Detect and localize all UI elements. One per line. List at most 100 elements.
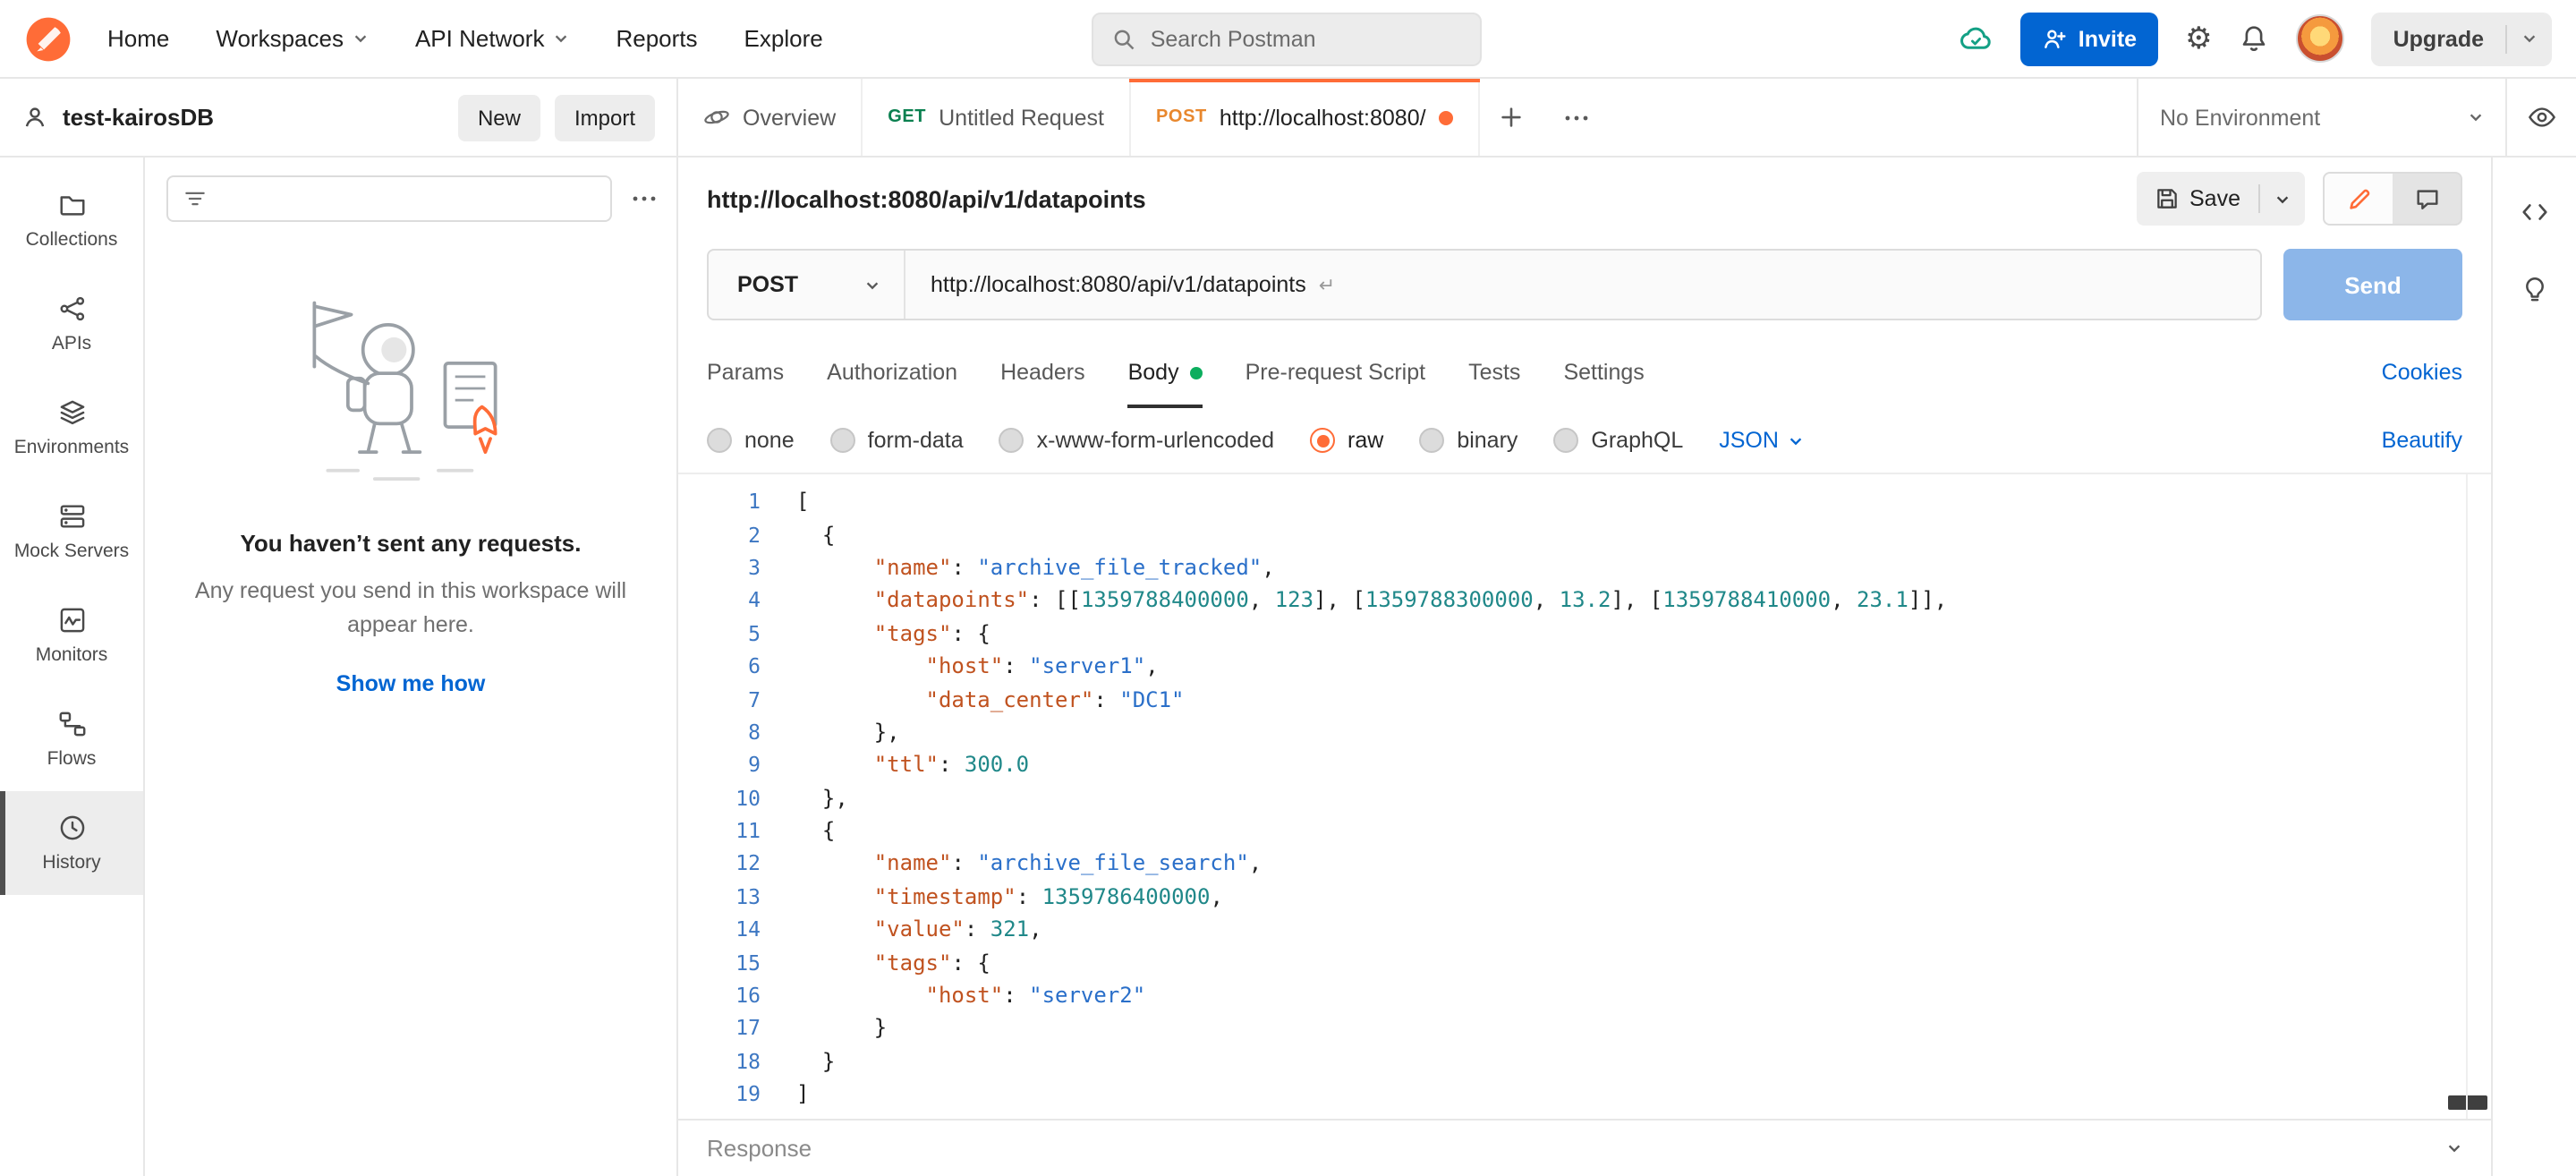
- editor-scrollbar-thumb[interactable]: [2448, 1095, 2487, 1110]
- radio-icon: [1310, 428, 1335, 453]
- code-text: {: [761, 522, 835, 547]
- sidebar-item-label: Flows: [47, 748, 97, 770]
- beautify-link[interactable]: Beautify: [2382, 428, 2462, 453]
- body-row: test-kairosDB New Import CollectionsAPIs…: [0, 79, 2576, 1176]
- tab-body[interactable]: Body: [1128, 337, 1203, 408]
- global-search[interactable]: Search Postman: [1092, 12, 1482, 65]
- invite-button[interactable]: Invite: [2021, 12, 2158, 65]
- hints-button[interactable]: [2520, 274, 2550, 304]
- filter-row: [145, 158, 676, 233]
- line-number: 6: [678, 653, 761, 678]
- body-mode-x-www-form-urlencoded[interactable]: x-www-form-urlencoded: [999, 428, 1274, 453]
- code-text: },: [761, 720, 900, 745]
- nav-workspaces[interactable]: Workspaces: [216, 25, 369, 52]
- body-mode-graphql[interactable]: GraphQL: [1553, 428, 1683, 453]
- lightbulb-icon: [2520, 274, 2550, 304]
- nav-home[interactable]: Home: [107, 25, 169, 52]
- comments-button[interactable]: [2393, 174, 2461, 224]
- sidebar-item-label: APIs: [52, 333, 91, 354]
- code-text: "host": "server1",: [761, 653, 1159, 678]
- avatar[interactable]: [2297, 14, 2345, 63]
- tab-pre-request-script[interactable]: Pre-request Script: [1245, 337, 1425, 408]
- postman-app: Home Workspaces API Network Reports Expl…: [0, 0, 2576, 1176]
- url-input[interactable]: http://localhost:8080/api/v1/datapoints …: [905, 272, 2260, 297]
- show-me-how-link[interactable]: Show me how: [336, 670, 486, 695]
- new-tab-button[interactable]: [1480, 79, 1544, 156]
- sidebar-item-environments[interactable]: Environments: [0, 376, 143, 480]
- line-number: 13: [678, 884, 761, 909]
- sidebar-item-label: Monitors: [36, 644, 108, 666]
- code-line: 2 {: [678, 518, 2491, 551]
- sidebar-item-label: History: [42, 852, 100, 873]
- code-line: 18 }: [678, 1044, 2491, 1078]
- sidebar-item-apis[interactable]: APIs: [0, 272, 143, 376]
- save-options-button[interactable]: [2260, 172, 2305, 226]
- code-snippet-button[interactable]: [2520, 197, 2550, 227]
- tab-settings[interactable]: Settings: [1563, 337, 1644, 408]
- line-number: 1: [678, 489, 761, 514]
- import-button[interactable]: Import: [555, 94, 655, 141]
- history-empty-state: You haven’t sent any requests. Any reque…: [145, 283, 676, 695]
- response-section-header[interactable]: Response: [678, 1119, 2491, 1176]
- settings-button[interactable]: ⚙: [2185, 23, 2213, 54]
- save-button[interactable]: Save: [2136, 172, 2258, 226]
- nav-reports[interactable]: Reports: [616, 25, 697, 52]
- language-selector[interactable]: JSON: [1719, 428, 1804, 453]
- sidebar-item-label: Mock Servers: [14, 541, 129, 562]
- sidebar-filter-input[interactable]: [166, 175, 612, 222]
- sidebar-item-flows[interactable]: Flows: [0, 687, 143, 791]
- sidebar-item-collections[interactable]: Collections: [0, 168, 143, 272]
- environment-selector[interactable]: No Environment: [2137, 79, 2505, 156]
- code-text: "value": 321,: [761, 917, 1042, 942]
- body-mode-raw[interactable]: raw: [1310, 428, 1383, 453]
- new-button[interactable]: New: [458, 94, 540, 141]
- edit-mode-button[interactable]: [2325, 174, 2393, 224]
- body-mode-binary[interactable]: binary: [1419, 428, 1518, 453]
- code-text: }: [761, 1016, 887, 1041]
- upgrade-options-button[interactable]: [2507, 30, 2552, 47]
- sidebar-item-mock-servers[interactable]: Mock Servers: [0, 480, 143, 584]
- tab-post-localhost[interactable]: POST http://localhost:8080/: [1131, 79, 1480, 156]
- tab-authorization[interactable]: Authorization: [827, 337, 957, 408]
- cookies-link[interactable]: Cookies: [2382, 360, 2462, 385]
- tab-overview[interactable]: Overview: [678, 79, 863, 156]
- tab-tests[interactable]: Tests: [1468, 337, 1520, 408]
- code-line: 16 "host": "server2": [678, 979, 2491, 1012]
- tab-label: Untitled Request: [939, 105, 1104, 130]
- body-mode-form-data[interactable]: form-data: [830, 428, 964, 453]
- line-number: 5: [678, 621, 761, 646]
- tab-label: Pre-request Script: [1245, 360, 1425, 385]
- postman-logo-icon[interactable]: [25, 15, 72, 62]
- sidebar-rail: Collections APIs Environments Mock Servers M…: [0, 158, 145, 1176]
- tab-params[interactable]: Params: [707, 337, 784, 408]
- body-editor[interactable]: 1[2 {3 "name": "archive_file_tracked",4 …: [678, 474, 2491, 1119]
- sidebar: test-kairosDB New Import CollectionsAPIs…: [0, 79, 678, 1176]
- line-number: 3: [678, 555, 761, 580]
- nav-explore[interactable]: Explore: [744, 25, 823, 52]
- agent-selection-icon[interactable]: [1959, 21, 1994, 56]
- upgrade-control: Upgrade: [2372, 12, 2552, 65]
- sidebar-more-button[interactable]: [626, 181, 662, 217]
- upgrade-button[interactable]: Upgrade: [2372, 26, 2505, 51]
- tab-label: http://localhost:8080/: [1220, 105, 1426, 130]
- nav-api-network[interactable]: API Network: [415, 25, 570, 52]
- url-box: POST http://localhost:8080/api/v1/datapo…: [707, 249, 2262, 320]
- method-selector[interactable]: POST: [709, 251, 905, 319]
- notifications-button[interactable]: [2240, 23, 2270, 54]
- history-panel: You haven’t sent any requests. Any reque…: [145, 158, 676, 1176]
- code-text: ]: [761, 1081, 809, 1106]
- search-icon: [1111, 26, 1136, 51]
- send-button[interactable]: Send: [2283, 249, 2462, 320]
- sidebar-item-history[interactable]: History: [0, 791, 143, 895]
- code-text: "tags": {: [761, 950, 990, 975]
- tab-untitled-request[interactable]: GET Untitled Request: [863, 79, 1131, 156]
- tab-options-button[interactable]: [1544, 79, 1609, 156]
- environment-quick-look-button[interactable]: [2505, 79, 2576, 156]
- sidebar-item-monitors[interactable]: Monitors: [0, 584, 143, 687]
- chevron-down-icon: [353, 30, 369, 47]
- edit-comment-toggle: [2323, 172, 2462, 226]
- body-mode-none[interactable]: none: [707, 428, 795, 453]
- tab-headers[interactable]: Headers: [1000, 337, 1085, 408]
- sidebar-item-label: Collections: [26, 229, 118, 251]
- method-badge: POST: [1156, 107, 1207, 127]
